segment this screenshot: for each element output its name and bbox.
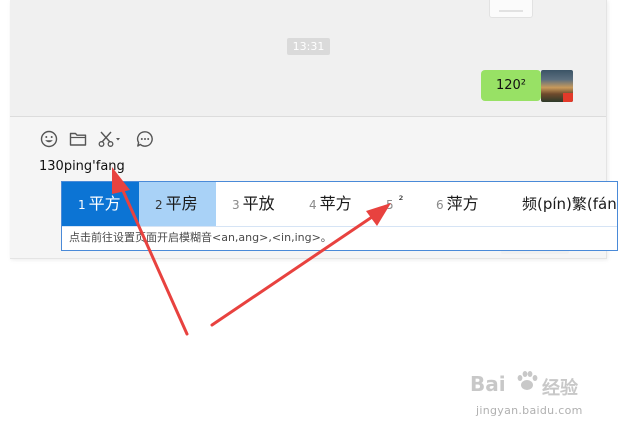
baidu-jingyan-watermark: Bai 经验 jingyan.baidu.com — [470, 368, 610, 428]
ime-candidate-4[interactable]: 4 苹方 — [293, 182, 370, 226]
chat-bubble-icon[interactable] — [134, 128, 156, 150]
ime-candidate-6[interactable]: 6 萍方 — [420, 182, 500, 226]
watermark-chinese-text: 经验 — [542, 378, 578, 399]
scissors-icon[interactable] — [96, 128, 126, 150]
previous-message-card[interactable] — [489, 0, 533, 18]
watermark-url: jingyan.baidu.com — [476, 404, 583, 417]
ime-candidate-2[interactable]: 2 平房 — [139, 182, 216, 226]
ime-fuzzy-pinyin-tip[interactable]: 点击前往设置页面开启模糊音<an,ang>,<in,ing>。 — [62, 226, 617, 250]
avatar[interactable] — [541, 70, 573, 102]
ime-candidate-window: 1 平方 2 平房 3 平放 4 苹方 5² 6 萍方 频(pín)繁(fán) 点击前往… — [61, 181, 618, 251]
ime-candidate-1[interactable]: 1 平方 — [62, 182, 139, 226]
avatar-badge — [563, 93, 573, 102]
ime-candidate-row: 1 平方 2 平房 3 平放 4 苹方 5² 6 萍方 频(pín)繁(fán) — [62, 182, 618, 226]
message-timestamp: 13:31 — [287, 38, 330, 55]
paw-icon — [517, 371, 538, 390]
ime-candidate-3[interactable]: 3 平放 — [216, 182, 293, 226]
watermark-logo-text: Bai — [470, 372, 506, 396]
folder-icon[interactable] — [67, 128, 89, 150]
message-input[interactable]: 130ping'fang — [39, 158, 125, 176]
sent-message-bubble[interactable]: 120² — [481, 70, 546, 101]
message-area: 13:31 120² — [10, 0, 606, 117]
emoji-icon[interactable] — [38, 128, 60, 150]
ime-candidate-7[interactable]: 频(pín)繁(fán) — [506, 182, 618, 226]
